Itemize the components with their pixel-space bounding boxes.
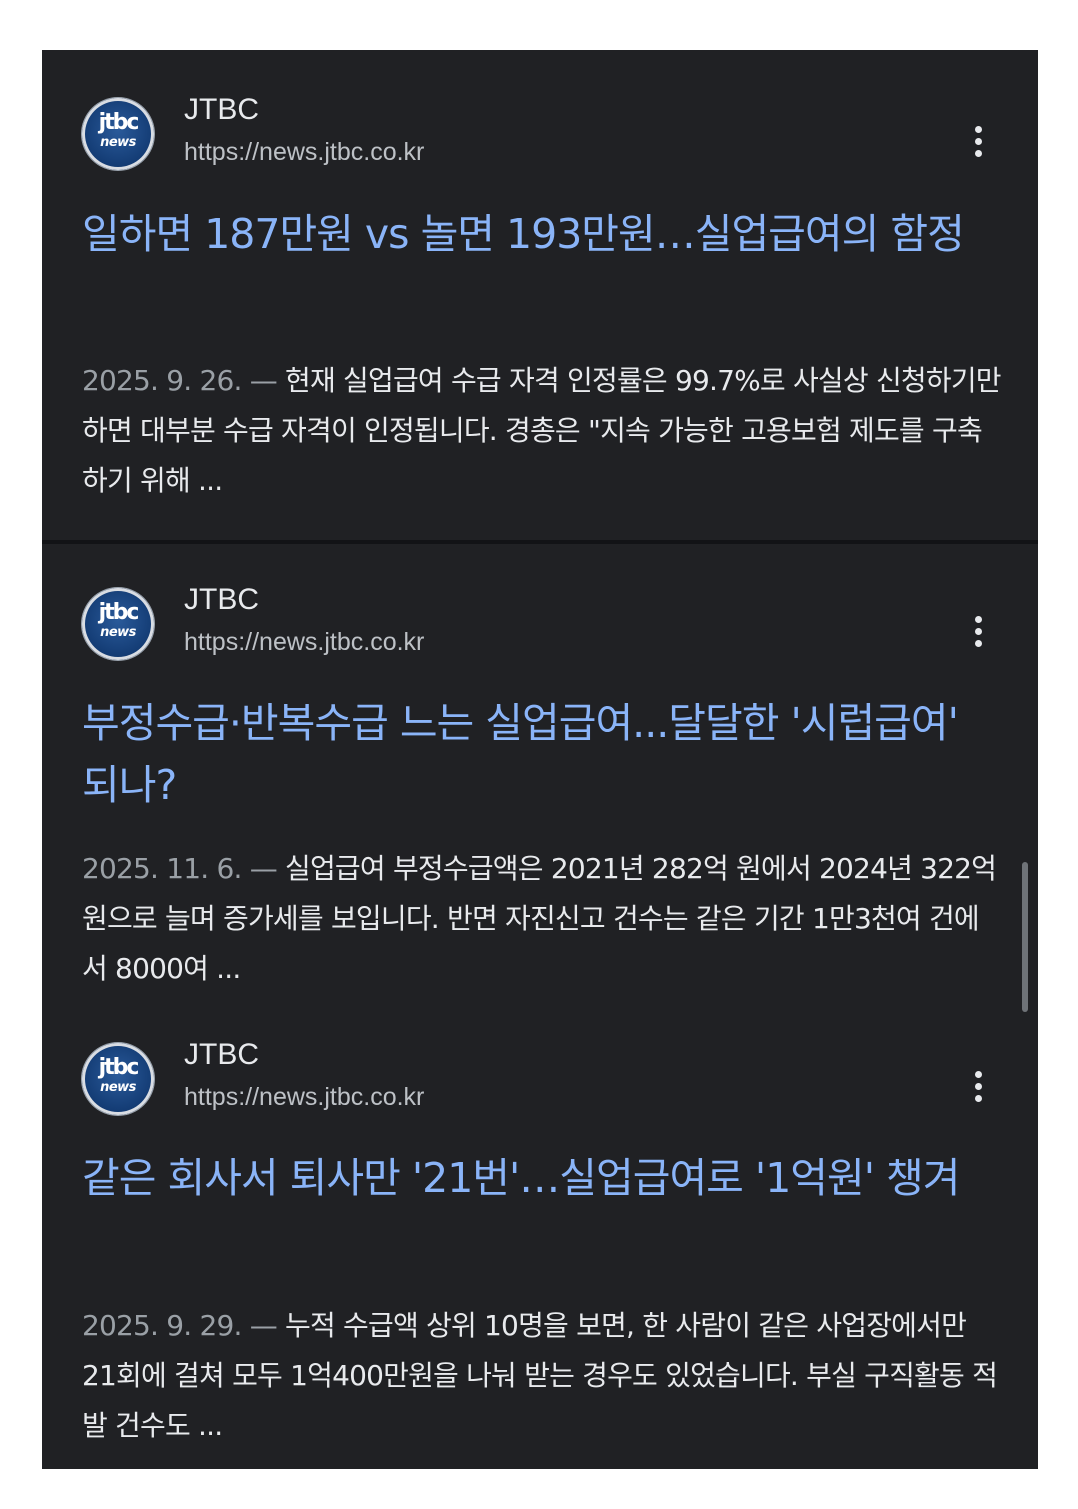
result-snippet: 2025. 11. 6. — 실업급여 부정수급액은 2021년 282억 원에… — [82, 844, 1002, 994]
more-vert-icon[interactable] — [968, 122, 990, 162]
result-title-link[interactable]: 같은 회사서 퇴사만 '21번'…실업급여로 '1억원' 챙겨 — [82, 1147, 1002, 1209]
source-name[interactable]: JTBC — [184, 92, 259, 128]
logo-text: jtbc — [98, 110, 140, 135]
jtbc-news-logo[interactable]: jtbc news — [82, 1043, 154, 1115]
result-date: 2025. 9. 26. — — [82, 364, 278, 397]
more-vert-icon[interactable] — [968, 1067, 990, 1107]
search-result-card: jtbc news JTBC https://news.jtbc.co.kr 일… — [42, 50, 1038, 542]
search-result-card: jtbc news JTBC https://news.jtbc.co.kr 부… — [42, 544, 1038, 999]
logo-subtext: news — [100, 625, 136, 640]
result-date: 2025. 9. 29. — — [82, 1309, 278, 1342]
source-url[interactable]: https://news.jtbc.co.kr — [184, 1082, 424, 1112]
logo-subtext: news — [100, 135, 136, 150]
scrollbar-thumb[interactable] — [1022, 862, 1028, 1012]
result-title-link[interactable]: 부정수급·반복수급 느는 실업급여...달달한 '시럽급여' 되나? — [82, 692, 1002, 816]
result-snippet: 2025. 9. 26. — 현재 실업급여 수급 자격 인정률은 99.7%로… — [82, 356, 1002, 506]
logo-text: jtbc — [98, 600, 140, 625]
logo-text: jtbc — [98, 1055, 140, 1080]
source-name[interactable]: JTBC — [184, 1037, 259, 1073]
jtbc-news-logo[interactable]: jtbc news — [82, 588, 154, 660]
source-url[interactable]: https://news.jtbc.co.kr — [184, 137, 424, 167]
search-result-card: jtbc news JTBC https://news.jtbc.co.kr 같… — [42, 999, 1038, 1469]
result-title-link[interactable]: 일하면 187만원 vs 놀면 193만원…실업급여의 함정 — [82, 203, 1002, 265]
jtbc-news-logo[interactable]: jtbc news — [82, 98, 154, 170]
result-snippet: 2025. 9. 29. — 누적 수급액 상위 10명을 보면, 한 사람이 … — [82, 1301, 1002, 1451]
result-date: 2025. 11. 6. — — [82, 852, 278, 885]
source-url[interactable]: https://news.jtbc.co.kr — [184, 627, 424, 657]
logo-subtext: news — [100, 1080, 136, 1095]
search-results-screen: jtbc news JTBC https://news.jtbc.co.kr 일… — [42, 50, 1038, 1469]
more-vert-icon[interactable] — [968, 612, 990, 652]
source-name[interactable]: JTBC — [184, 582, 259, 618]
